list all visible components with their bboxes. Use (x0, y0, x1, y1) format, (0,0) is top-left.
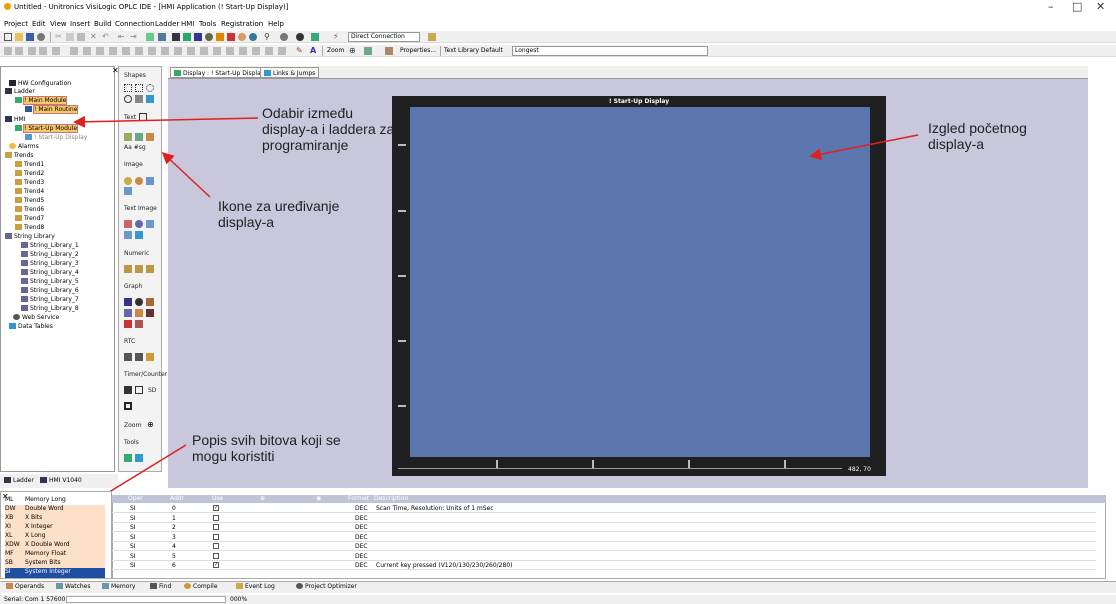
arrow-to-shapes (161, 151, 211, 198)
grid-header: Oper Addr Use ⊕ ◉ Format Description (112, 495, 1106, 503)
use-checkbox[interactable] (213, 552, 219, 559)
use-checkbox[interactable]: ✓ (213, 562, 219, 568)
table-row[interactable]: SI 2 DEC (112, 523, 1096, 532)
operand-si[interactable]: SI System Integer (5, 568, 105, 578)
cell-fmt: DEC (355, 552, 368, 560)
cell-addr: 2 (172, 524, 176, 531)
col-link-icon[interactable]: ⊕ (260, 495, 265, 502)
table-row[interactable]: SI 4 DEC (112, 542, 1096, 551)
optimizer-icon (296, 583, 303, 589)
cell-fmt: DEC (355, 533, 368, 541)
col-description[interactable]: Description (374, 495, 408, 502)
table-row[interactable]: SI 6 DEC Current key pressed (V120/130/230/… (112, 561, 1096, 570)
operands-list: ✕ ML Memory Long DW Double Word XB X Bits X… (0, 491, 112, 579)
col-use[interactable]: Use (212, 495, 223, 502)
cell-op: SI (130, 533, 136, 541)
cell-addr: 0 (172, 505, 176, 512)
use-checkbox[interactable] (213, 543, 219, 549)
table-row[interactable]: SI 1 DEC (112, 514, 1096, 523)
table-row[interactable]: SI 3 DEC (112, 533, 1096, 542)
col-format[interactable]: Format (348, 495, 369, 502)
tab-memory[interactable]: Memory (102, 583, 135, 590)
bottom-tabs: Operands Watches Memory Find Compile Eve… (0, 581, 1116, 593)
use-checkbox[interactable] (213, 514, 219, 521)
table-row[interactable]: SI 0 DEC Scan Time, Resolution: Units of 1 … (112, 504, 1096, 513)
cell-op: SI (130, 505, 136, 512)
table-row[interactable]: SI 5 DEC (112, 552, 1096, 561)
tab-compile[interactable]: Compile (184, 583, 218, 590)
event-log-icon (236, 583, 243, 589)
cell-fmt: DEC (355, 562, 368, 569)
tab-operands[interactable]: Operands (6, 583, 44, 590)
tab-event-log[interactable]: Event Log (236, 583, 275, 590)
cell-op: SI (130, 543, 136, 550)
progress-bar (66, 596, 226, 603)
cell-desc: Scan Time, Resolution: Units of 1 mSec (376, 505, 494, 512)
status-percent: 000% (230, 596, 248, 603)
cell-op: SI (130, 524, 136, 531)
status-bar: Serial: Com 1 57600 000% (0, 595, 1116, 604)
use-checkbox[interactable]: ✓ (213, 505, 219, 511)
use-checkbox[interactable] (213, 524, 219, 530)
cell-fmt: DEC (355, 524, 368, 531)
memory-icon (102, 583, 109, 589)
col-addr[interactable]: Addr (170, 495, 184, 502)
cell-fmt: DEC (355, 505, 368, 512)
watches-icon (56, 583, 63, 589)
cell-addr: 6 (172, 562, 176, 569)
cell-addr: 3 (172, 533, 176, 541)
cell-op: SI (130, 562, 136, 569)
cell-desc: Current key pressed (V120/130/230/260/28… (376, 562, 513, 569)
col-value-icon[interactable]: ◉ (316, 495, 321, 502)
operands-icon (6, 583, 13, 589)
cell-addr: 1 (172, 514, 176, 522)
cell-fmt: DEC (355, 543, 368, 550)
status-port: Serial: Com 1 57600 (4, 596, 66, 603)
cell-addr: 5 (172, 552, 176, 560)
arrow-to-tree (73, 115, 259, 128)
cell-op: SI (130, 552, 136, 560)
arrow-to-display (809, 134, 919, 161)
compile-icon (184, 583, 191, 589)
cell-op: SI (130, 514, 136, 522)
tab-find[interactable]: Find (150, 583, 171, 590)
col-oper[interactable]: Oper (128, 495, 143, 502)
cell-addr: 4 (172, 543, 176, 550)
use-checkbox[interactable] (213, 533, 219, 540)
tab-watches[interactable]: Watches (56, 583, 91, 590)
tab-project-optimizer[interactable]: Project Optimizer (296, 583, 357, 590)
cell-fmt: DEC (355, 514, 368, 522)
find-icon (150, 583, 157, 589)
